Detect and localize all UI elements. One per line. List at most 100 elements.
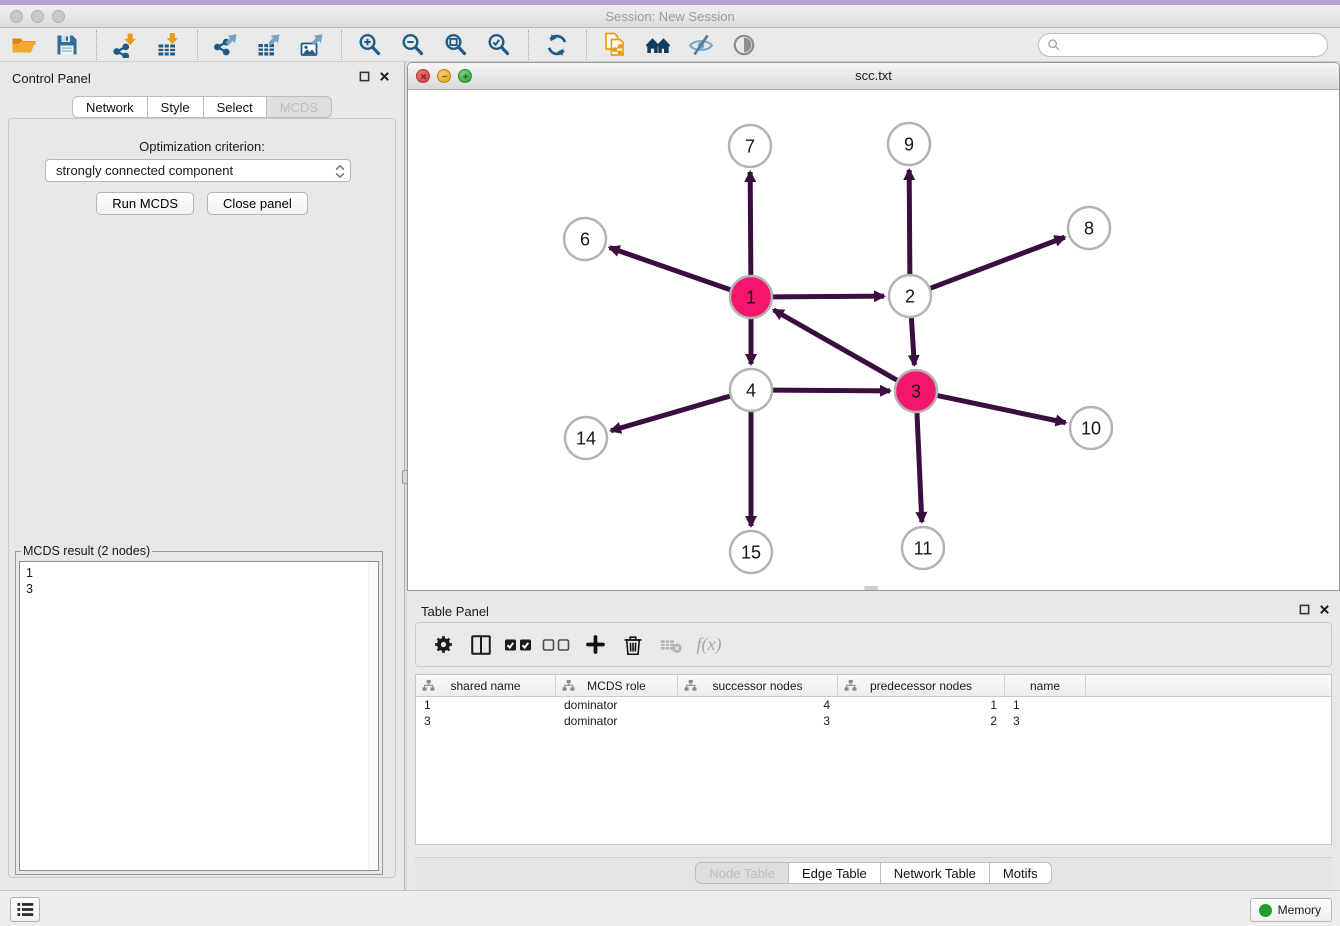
edge-2-8[interactable] [931,237,1065,288]
close-panel-button[interactable]: Close panel [207,192,308,215]
import-network-button[interactable] [109,29,141,61]
tab-mcds[interactable]: MCDS [266,96,332,118]
node-label: 9 [904,134,914,154]
refresh-icon [544,32,570,58]
open-session-button[interactable] [8,29,40,61]
memory-button[interactable]: Memory [1250,898,1332,922]
column-header-predecessor-nodes[interactable]: predecessor nodes [838,675,1005,697]
tab-network[interactable]: Network [72,96,148,118]
network-canvas[interactable]: 1 2 3 4 6 7 8 9 10 11 14 15 [408,90,1339,591]
network-frame-titlebar: scc.txt [408,63,1339,90]
cell-r2-successor-nodes[interactable]: 3 [678,713,838,729]
tab-edge-table[interactable]: Edge Table [788,862,881,884]
first-neighbors-button[interactable] [642,29,674,61]
zoom-in-button[interactable] [354,29,386,61]
node-15[interactable]: 15 [730,531,772,573]
mcds-panel: Optimization criterion: strongly connect… [8,118,396,878]
task-history-button[interactable] [10,897,40,922]
export-image-button[interactable] [296,29,328,61]
clone-network-button[interactable] [599,29,631,61]
table-panel-float-icon[interactable] [1299,604,1310,615]
create-column-button[interactable] [580,630,610,660]
run-mcds-button[interactable]: Run MCDS [96,192,194,215]
import-table-icon [155,32,181,58]
node-8[interactable]: 8 [1068,207,1110,249]
node-4[interactable]: 4 [730,369,772,411]
column-header-name[interactable]: name [1005,675,1086,697]
table-settings-button[interactable] [428,630,458,660]
table-panel-close-icon[interactable] [1319,604,1330,615]
search-input[interactable] [1066,36,1327,54]
cell-r2-MCDS-role[interactable]: dominator [556,713,678,729]
edge-4-3[interactable] [773,390,890,391]
edge-2-3[interactable] [911,318,914,365]
import-network-icon [112,32,138,58]
edge-4-14[interactable] [611,396,730,431]
node-11[interactable]: 11 [902,527,944,569]
column-header-successor-nodes[interactable]: successor nodes [678,675,838,697]
cell-r1-successor-nodes[interactable]: 4 [678,697,838,713]
mcds-result-line: 1 [26,565,372,581]
mcds-result-textarea[interactable]: 13 [19,561,379,871]
node-label: 2 [905,286,915,306]
edge-3-10[interactable] [938,396,1066,423]
edge-1-6[interactable] [610,248,731,290]
mcds-result-title: MCDS result (2 nodes) [21,544,152,558]
cell-r1-MCDS-role[interactable]: dominator [556,697,678,713]
node-7[interactable]: 7 [729,125,771,167]
zoom-fit-button[interactable] [440,29,472,61]
export-network-button[interactable] [210,29,242,61]
control-panel-close-icon[interactable] [379,71,390,82]
column-header-MCDS-role[interactable]: MCDS role [556,675,678,697]
show-all-columns-button[interactable] [504,630,534,660]
node-3[interactable]: 3 [895,370,937,412]
result-scrollbar[interactable] [368,563,377,869]
export-table-button[interactable] [253,29,285,61]
criterion-select[interactable]: strongly connected component [45,159,351,182]
node-9[interactable]: 9 [888,123,930,165]
toggle-birds-eye-view-button[interactable] [728,29,760,61]
column-label: MCDS role [587,679,646,693]
edge-3-1[interactable] [774,310,897,380]
tab-motifs[interactable]: Motifs [989,862,1052,884]
edge-3-11[interactable] [917,413,922,522]
tab-select[interactable]: Select [203,96,267,118]
hide-all-columns-button[interactable] [542,630,572,660]
toggle-panes-button[interactable] [466,630,496,660]
control-panel-float-icon[interactable] [359,71,370,82]
zoom-out-button[interactable] [397,29,429,61]
node-2[interactable]: 2 [889,275,931,317]
network-graph[interactable]: 1 2 3 4 6 7 8 9 10 11 14 15 [408,90,1339,591]
cell-r2-predecessor-nodes[interactable]: 2 [838,713,1005,729]
delete-columns-button[interactable] [618,630,648,660]
tab-node-table[interactable]: Node Table [695,862,789,884]
node-14[interactable]: 14 [565,417,607,459]
edge-1-7[interactable] [750,172,751,275]
cell-r1-name[interactable]: 1 [1005,697,1086,713]
export-table-icon [256,32,282,58]
main-toolbar [0,28,1340,62]
cell-r2-shared-name[interactable]: 3 [416,713,556,729]
column-header-shared-name[interactable]: shared name [416,675,556,697]
node-6[interactable]: 6 [564,218,606,260]
cell-r1-predecessor-nodes[interactable]: 1 [838,697,1005,713]
table-panel-header: Table Panel [407,595,1340,625]
node-10[interactable]: 10 [1070,407,1112,449]
cell-r1-shared-name[interactable]: 1 [416,697,556,713]
import-table-button[interactable] [152,29,184,61]
clone-network-icon [602,32,628,58]
search-box[interactable] [1038,33,1328,57]
tab-network-table[interactable]: Network Table [880,862,990,884]
apply-layout-button[interactable] [541,29,573,61]
cell-r2-name[interactable]: 3 [1005,713,1086,729]
tab-style[interactable]: Style [147,96,204,118]
edge-2-9[interactable] [909,170,910,274]
toggle-graphics-details-button[interactable] [685,29,717,61]
zoom-selected-button[interactable] [483,29,515,61]
delete-table-button [656,630,686,660]
edge-1-2[interactable] [773,296,884,297]
column-tree-icon [844,679,857,692]
canvas-resize-handle[interactable] [864,586,878,590]
save-session-button[interactable] [51,29,83,61]
node-1[interactable]: 1 [730,276,772,318]
